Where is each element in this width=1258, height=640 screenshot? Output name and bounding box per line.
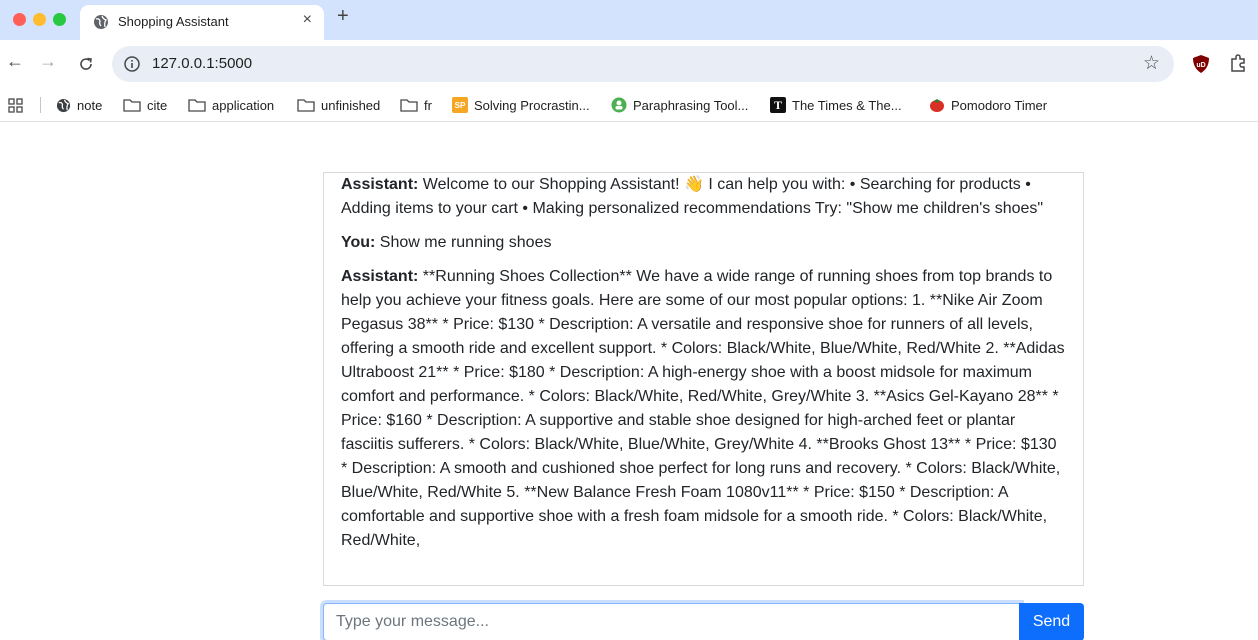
close-window-button[interactable] [13, 13, 26, 26]
apps-grid-icon[interactable] [8, 98, 23, 113]
bookmark-pomodoro-timer[interactable]: Pomodoro Timer [929, 96, 1047, 114]
bookmark-unfinished[interactable]: unfinished [297, 96, 380, 114]
message-text: Welcome to our Shopping Assistant! 👋 I c… [341, 176, 1044, 217]
times-icon: T [770, 97, 786, 113]
tab-strip: Shopping Assistant × + [0, 0, 1258, 40]
bookmark-cite[interactable]: cite [123, 96, 167, 114]
folder-icon [123, 99, 141, 112]
bookmark-star-icon[interactable]: ☆ [1143, 52, 1160, 75]
address-bar[interactable]: 127.0.0.1:5000 ☆ [112, 46, 1174, 82]
fullscreen-window-button[interactable] [53, 13, 66, 26]
folder-icon [400, 99, 418, 112]
message-sender: Assistant: [341, 176, 419, 193]
svg-text:uD: uD [1196, 62, 1205, 69]
new-tab-button[interactable]: + [337, 5, 349, 28]
assistant-message: Assistant: **Running Shoes Collection** … [341, 265, 1067, 553]
bookmarks-divider [40, 97, 41, 113]
minimize-window-button[interactable] [33, 13, 46, 26]
globe-icon [56, 98, 71, 112]
assistant-message: Assistant: Welcome to our Shopping Assis… [341, 173, 1067, 221]
bookmark-label: unfinished [321, 97, 381, 113]
message-input[interactable] [323, 603, 1021, 640]
bookmark-solving-procrastination[interactable]: SP Solving Procrastin... [452, 96, 590, 114]
extensions-puzzle-icon[interactable] [1228, 53, 1248, 73]
back-arrow-icon[interactable]: ← [6, 51, 24, 72]
bookmark-label: application [212, 97, 275, 113]
paraphrase-icon [611, 97, 627, 113]
browser-toolbar: ← → 127.0.0.1:5000 ☆ uD [0, 40, 1258, 88]
message-input-row: Send [323, 603, 1084, 640]
bookmark-paraphrasing-tool[interactable]: Paraphrasing Tool... [611, 96, 748, 114]
folder-icon [297, 99, 315, 112]
bookmark-label: The Times & The... [792, 97, 902, 113]
folder-icon [188, 99, 206, 112]
bookmark-fr[interactable]: fr [400, 96, 432, 114]
active-tab[interactable]: Shopping Assistant × [80, 5, 324, 40]
bookmark-application[interactable]: application [188, 96, 274, 114]
message-sender: You: [341, 234, 376, 251]
ublock-shield-icon[interactable]: uD [1192, 54, 1210, 74]
reload-icon[interactable] [78, 56, 94, 72]
bookmark-the-times[interactable]: T The Times & The... [770, 96, 902, 114]
sp-icon: SP [452, 97, 468, 113]
bookmark-label: Pomodoro Timer [951, 97, 1048, 113]
bookmarks-bar: note cite application unfinished fr SP S… [0, 88, 1258, 122]
site-info-icon[interactable] [123, 55, 141, 73]
message-text: Show me running shoes [375, 234, 552, 251]
send-button[interactable]: Send [1019, 603, 1084, 640]
forward-arrow-icon[interactable]: → [39, 51, 57, 72]
tomato-icon [930, 99, 944, 112]
tab-title: Shopping Assistant [118, 14, 229, 29]
message-sender: Assistant: [341, 268, 419, 285]
bookmark-label: note [77, 97, 103, 113]
bookmark-note[interactable]: note [56, 96, 102, 114]
url-text[interactable]: 127.0.0.1:5000 [152, 55, 252, 72]
bookmark-label: cite [147, 97, 168, 113]
bookmark-label: Paraphrasing Tool... [633, 97, 749, 113]
close-tab-icon[interactable]: × [303, 11, 312, 29]
chat-messages-panel[interactable]: Assistant: Welcome to our Shopping Assis… [323, 172, 1084, 586]
bookmark-label: Solving Procrastin... [474, 97, 590, 113]
user-message: You: Show me running shoes [341, 231, 1067, 255]
message-text: **Running Shoes Collection** We have a w… [341, 268, 1065, 549]
globe-icon [94, 15, 108, 29]
bookmark-label: fr [424, 97, 432, 113]
